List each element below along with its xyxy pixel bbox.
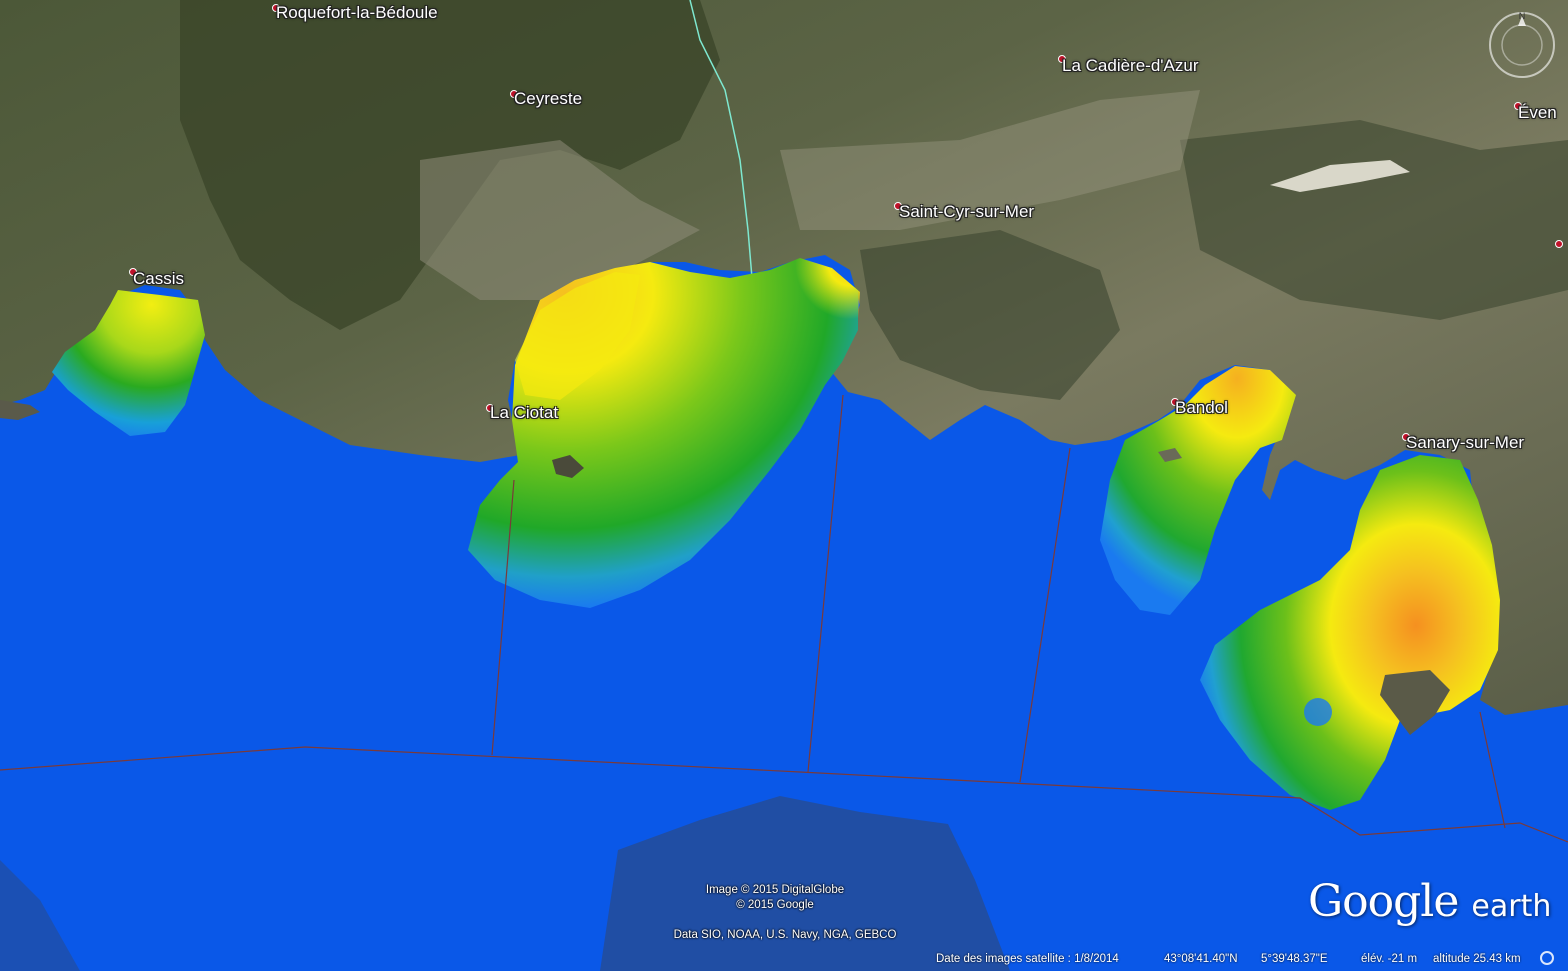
image-date: Date des images satellite : 1/8/2014 <box>936 953 1119 965</box>
imagery-credit-line1: Image © 2015 DigitalGlobe <box>705 884 845 896</box>
heat-sanary-deep-spot <box>1304 698 1332 726</box>
place-label-evenos[interactable]: Éven <box>1518 103 1557 123</box>
elevation-readout: élév. -21 m <box>1361 953 1418 965</box>
logo-google: Google <box>1308 876 1459 927</box>
place-label-cassis[interactable]: Cassis <box>133 269 184 289</box>
latitude-readout: 43°08'41.40"N <box>1164 953 1238 965</box>
logo-earth: earth <box>1471 889 1552 924</box>
place-label-bandol[interactable]: Bandol <box>1175 398 1228 418</box>
place-label-la-ciotat[interactable]: La Ciotat <box>490 403 558 423</box>
google-earth-logo: Google earth <box>1308 876 1551 927</box>
place-label-saint-cyr[interactable]: Saint-Cyr-sur-Mer <box>899 202 1034 222</box>
loading-icon <box>1540 951 1554 965</box>
status-bar: Date des images satellite : 1/8/2014 43°… <box>930 950 1568 971</box>
compass-icon[interactable]: N <box>1487 10 1557 80</box>
place-label-sanary[interactable]: Sanary-sur-Mer <box>1406 433 1524 453</box>
place-label-roquefort[interactable]: Roquefort-la-Bédoule <box>276 3 438 23</box>
imagery-credit-line2: © 2015 Google <box>736 899 814 911</box>
place-label-ceyreste[interactable]: Ceyreste <box>514 89 582 109</box>
data-credit: Data SIO, NOAA, U.S. Navy, NGA, GEBCO <box>673 929 897 941</box>
svg-text:N: N <box>1519 11 1526 21</box>
altitude-readout: altitude 25.43 km <box>1433 953 1521 965</box>
longitude-readout: 5°39'48.37"E <box>1261 953 1328 965</box>
place-pin-icon <box>1555 240 1563 248</box>
map-view[interactable] <box>0 0 1568 971</box>
place-label-cadiere[interactable]: La Cadière-d'Azur <box>1062 56 1198 76</box>
